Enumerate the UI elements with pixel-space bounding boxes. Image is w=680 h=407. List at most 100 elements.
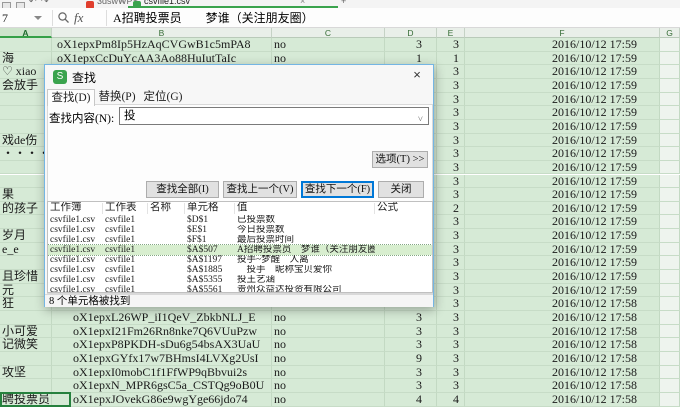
grid-cell-d[interactable]: 3 [385, 38, 437, 52]
grid-cell-g[interactable] [660, 106, 680, 120]
grid-cell-g[interactable] [660, 311, 680, 325]
grid-cell-a[interactable]: 小可爱 [0, 325, 52, 339]
col-header-a[interactable]: A [0, 28, 52, 38]
grid-cell-e[interactable]: 3 [437, 38, 465, 52]
grid-cell-e[interactable]: 3 [437, 366, 465, 380]
grid-cell-c[interactable]: no [272, 325, 385, 339]
grid-cell-d[interactable]: 9 [385, 352, 437, 366]
result-row[interactable]: csvfile1.csvcsvfile1$E$1今日投票数 [48, 225, 432, 235]
dialog-tab-0[interactable]: 查找(D) [47, 89, 95, 106]
grid-cell-f[interactable]: 2016/10/12 17:59 [465, 52, 660, 66]
grid-cell-f[interactable]: 2016/10/12 17:59 [465, 93, 660, 107]
grid-cell-e[interactable]: 3 [437, 147, 465, 161]
grid-cell-e[interactable]: 2 [437, 202, 465, 216]
close-button[interactable]: 关闭 [378, 181, 424, 198]
col-header-d[interactable]: D [385, 28, 437, 38]
grid-cell-g[interactable] [660, 243, 680, 257]
grid-cell-g[interactable] [660, 38, 680, 52]
grid-cell-f[interactable]: 2016/10/12 17:59 [465, 256, 660, 270]
col-header-c[interactable]: C [272, 28, 385, 38]
col-header-e[interactable]: E [437, 28, 465, 38]
grid-cell-b[interactable]: oX1epxI0mobC1f1FfWP9qBbvui2s [52, 366, 272, 380]
grid-cell-e[interactable]: 3 [437, 175, 465, 189]
grid-cell-g[interactable] [660, 188, 680, 202]
result-row[interactable]: csvfile1.csvcsvfile1$A$5355投王艺涵 [48, 275, 432, 285]
grid-cell-f[interactable]: 2016/10/12 17:59 [465, 106, 660, 120]
grid-cell-f[interactable]: 2016/10/12 17:59 [465, 79, 660, 93]
grid-cell-e[interactable]: 3 [437, 352, 465, 366]
result-row[interactable]: csvfile1.csvcsvfile1$D$1已投票数 [48, 215, 432, 225]
grid-cell-f[interactable]: 2016/10/12 17:58 [465, 311, 660, 325]
grid-cell-e[interactable]: 3 [437, 270, 465, 284]
grid-cell-f[interactable]: 2016/10/12 17:59 [465, 215, 660, 229]
grid-cell-f[interactable]: 2016/10/12 17:58 [465, 338, 660, 352]
options-button[interactable]: 选项(T) >> [372, 151, 428, 168]
grid-cell-g[interactable] [660, 93, 680, 107]
grid-cell-f[interactable]: 2016/10/12 17:58 [465, 325, 660, 339]
grid-cell-f[interactable]: 2016/10/12 17:58 [465, 297, 660, 311]
grid-cell-a[interactable] [0, 311, 52, 325]
grid-cell-g[interactable] [660, 52, 680, 66]
grid-cell-g[interactable] [660, 379, 680, 393]
grid-cell-b[interactable]: oX1epxN_MPR6gsC5a_CSTQg9oB0U [52, 379, 272, 393]
dialog-tab-2[interactable]: 定位(G) [139, 89, 187, 105]
grid-cell-f[interactable]: 2016/10/12 17:59 [465, 38, 660, 52]
grid-cell-a[interactable] [0, 352, 52, 366]
grid-cell-e[interactable]: 3 [437, 161, 465, 175]
grid-cell-a[interactable] [0, 38, 52, 52]
formula-input[interactable]: A招聘投票员 梦谁（关注朋友圈） [113, 8, 314, 28]
grid-cell-e[interactable]: 3 [437, 243, 465, 257]
grid-cell-b[interactable]: oX1epxP8PKDH-sDu6g54bsAX3UaU [52, 338, 272, 352]
grid-cell-a[interactable]: 记微笑 [0, 338, 52, 352]
grid-cell-f[interactable]: 2016/10/12 17:59 [465, 243, 660, 257]
grid-cell-f[interactable]: 2016/10/12 17:58 [465, 379, 660, 393]
grid-cell-e[interactable]: 3 [437, 106, 465, 120]
grid-cell-e[interactable]: 3 [437, 65, 465, 79]
grid-cell-f[interactable]: 2016/10/12 17:59 [465, 229, 660, 243]
grid-cell-e[interactable]: 3 [437, 215, 465, 229]
grid-cell-g[interactable] [660, 352, 680, 366]
grid-cell-e[interactable]: 3 [437, 284, 465, 298]
grid-cell-b[interactable]: oX1epxGYfx17w7BHmsI4LVXg2UsI [52, 352, 272, 366]
col-header-g[interactable]: G [660, 28, 680, 38]
result-row[interactable]: csvfile1.csvcsvfile1$F$1最后投票时间 [48, 235, 432, 245]
find-all-button[interactable]: 查找全部(I) [146, 181, 219, 198]
find-input[interactable]: 投 ˅ [119, 107, 429, 125]
grid-cell-d[interactable]: 4 [385, 393, 437, 407]
grid-cell-d[interactable]: 3 [385, 338, 437, 352]
grid-cell-c[interactable]: no [272, 352, 385, 366]
grid-cell-a[interactable] [0, 379, 52, 393]
grid-cell-f[interactable]: 2016/10/12 17:58 [465, 393, 660, 407]
find-prev-button[interactable]: 查找上一个(V) [223, 181, 297, 198]
name-box-dropdown-icon[interactable] [34, 16, 42, 20]
grid-cell-g[interactable] [660, 65, 680, 79]
grid-cell-b[interactable]: oX1epxJOvekG86e9wgYge66jdo74 [52, 393, 272, 407]
tab1-close-icon[interactable]: × [119, 0, 124, 6]
col-header-b[interactable]: B [52, 28, 272, 38]
grid-cell-e[interactable]: 3 [437, 338, 465, 352]
grid-cell-a[interactable]: 聘投票员 梦 [0, 393, 52, 407]
grid-cell-c[interactable]: no [272, 393, 385, 407]
grid-cell-g[interactable] [660, 120, 680, 134]
grid-cell-e[interactable]: 3 [437, 325, 465, 339]
grid-cell-g[interactable] [660, 215, 680, 229]
grid-cell-c[interactable]: no [272, 366, 385, 380]
grid-cell-g[interactable] [660, 338, 680, 352]
grid-cell-g[interactable] [660, 134, 680, 148]
dialog-tab-1[interactable]: 替换(P) [93, 89, 141, 105]
grid-cell-g[interactable] [660, 297, 680, 311]
grid-cell-g[interactable] [660, 79, 680, 93]
result-row[interactable]: csvfile1.csvcsvfile1$A$1885 投手 昵称宝贝爱你 [48, 265, 432, 275]
grid-cell-g[interactable] [660, 229, 680, 243]
grid-cell-f[interactable]: 2016/10/12 17:59 [465, 161, 660, 175]
grid-cell-g[interactable] [660, 270, 680, 284]
grid-cell-f[interactable]: 2016/10/12 17:59 [465, 270, 660, 284]
grid-cell-g[interactable] [660, 147, 680, 161]
grid-cell-g[interactable] [660, 366, 680, 380]
grid-cell-e[interactable]: 3 [437, 93, 465, 107]
grid-cell-g[interactable] [660, 393, 680, 407]
grid-cell-c[interactable]: no [272, 311, 385, 325]
grid-cell-e[interactable]: 3 [437, 311, 465, 325]
grid-cell-e[interactable]: 3 [437, 79, 465, 93]
grid-cell-b[interactable]: oX1epxL26WP_iI1QeV_ZbkbNLJ_E [52, 311, 272, 325]
